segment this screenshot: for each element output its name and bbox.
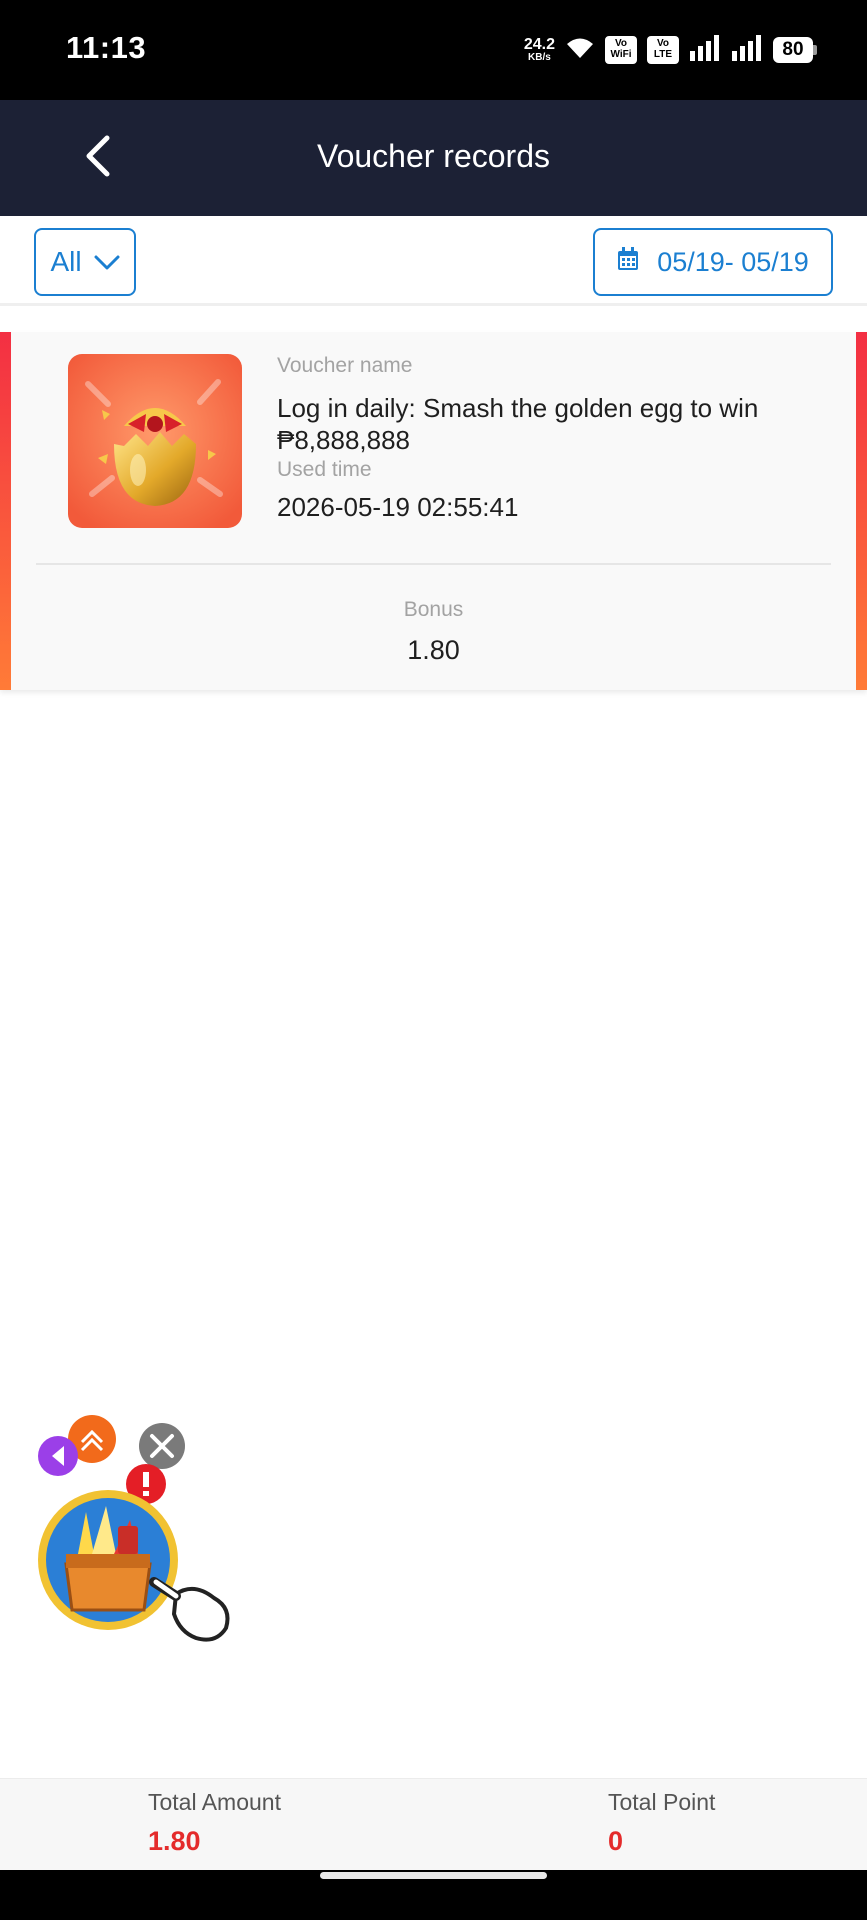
vowifi-chip: Vo WiFi bbox=[605, 36, 637, 64]
volte-chip-top: Vo bbox=[656, 38, 670, 49]
vowifi-chip-bottom: WiFi bbox=[610, 49, 632, 60]
status-time: 11:13 bbox=[66, 30, 147, 65]
filter-bar: All 05/19- 05/19 bbox=[0, 216, 867, 306]
summary-bar: Total Amount 1.80 Total Point 0 bbox=[0, 1778, 867, 1870]
close-icon[interactable] bbox=[139, 1423, 185, 1469]
battery-tip bbox=[813, 45, 817, 55]
used-time-label: Used time bbox=[277, 458, 372, 481]
total-amount: Total Amount 1.80 bbox=[148, 1789, 281, 1857]
total-point: Total Point 0 bbox=[608, 1789, 715, 1857]
total-amount-label: Total Amount bbox=[148, 1789, 281, 1815]
volte-chip: Vo LTE bbox=[647, 36, 679, 64]
voucher-type-value: All bbox=[50, 246, 82, 277]
total-point-label: Total Point bbox=[608, 1789, 716, 1815]
status-icons: 24.2 KB/s Vo WiFi Vo LTE 80 bbox=[524, 34, 817, 66]
golden-egg-icon bbox=[68, 354, 242, 528]
floating-promo-widget[interactable] bbox=[26, 1414, 256, 1654]
purple-play-icon bbox=[38, 1436, 78, 1476]
battery-icon: 80 bbox=[773, 37, 817, 63]
page-title: Voucher records bbox=[316, 138, 550, 174]
voucher-type-select[interactable]: All bbox=[34, 228, 136, 296]
treasure-chest-icon bbox=[38, 1490, 178, 1630]
pointing-hand-icon bbox=[149, 1577, 230, 1642]
voucher-record-card[interactable]: Voucher name Log in daily: Smash the gol… bbox=[0, 332, 867, 690]
home-indicator[interactable] bbox=[320, 1872, 547, 1879]
volte-chip-bottom: LTE bbox=[653, 49, 673, 60]
battery-level: 80 bbox=[773, 37, 813, 63]
bonus-value: 1.80 bbox=[407, 635, 460, 665]
app-header: Voucher records bbox=[0, 100, 867, 216]
card-divider bbox=[36, 563, 831, 565]
wifi-icon bbox=[565, 36, 595, 65]
network-speed: 24.2 KB/s bbox=[524, 37, 555, 63]
chevron-down-icon bbox=[94, 246, 120, 278]
status-bar: 11:13 24.2 KB/s Vo WiFi Vo LTE 80 bbox=[0, 0, 867, 100]
voucher-name: Log in daily: Smash the golden egg to wi… bbox=[277, 393, 759, 455]
signal-icon bbox=[731, 34, 763, 66]
total-point-value: 0 bbox=[608, 1826, 624, 1856]
calendar-icon bbox=[617, 246, 639, 278]
signal-icon bbox=[689, 34, 721, 66]
network-speed-value: 24.2 bbox=[523, 36, 555, 53]
bonus-label: Bonus bbox=[403, 598, 464, 621]
vowifi-chip-top: Vo bbox=[614, 38, 628, 49]
used-time: 2026-05-19 02:55:41 bbox=[277, 492, 519, 522]
network-speed-unit: KB/s bbox=[528, 52, 551, 63]
voucher-name-label: Voucher name bbox=[277, 354, 413, 377]
date-range-picker[interactable]: 05/19- 05/19 bbox=[593, 228, 833, 296]
total-amount-value: 1.80 bbox=[148, 1826, 201, 1856]
date-range-value: 05/19- 05/19 bbox=[657, 246, 809, 277]
